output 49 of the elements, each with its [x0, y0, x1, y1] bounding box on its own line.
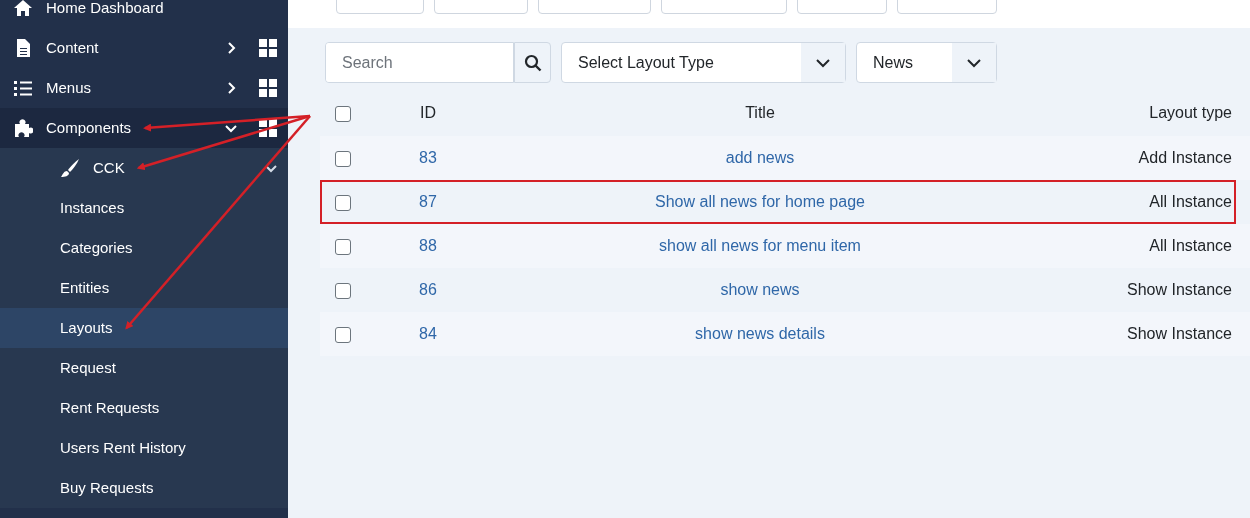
- id-link[interactable]: 87: [419, 193, 437, 210]
- sidebar-item[interactable]: Components: [0, 108, 288, 148]
- home-icon: [13, 0, 33, 18]
- list-icon: [13, 78, 33, 98]
- sidebar-item[interactable]: Menus: [0, 68, 288, 108]
- layout-type-select[interactable]: Select Layout Type: [561, 42, 846, 83]
- puzzle-icon: [13, 118, 33, 138]
- column-header: Layout type: [1149, 104, 1232, 121]
- brush-icon: [60, 158, 80, 178]
- row-checkbox[interactable]: [335, 326, 351, 343]
- column-header: ID: [420, 104, 436, 121]
- title-link[interactable]: show all news for menu item: [659, 237, 861, 254]
- dashboard-grid-icon: [259, 39, 277, 57]
- id-link[interactable]: 88: [419, 237, 437, 254]
- select-all-checkbox[interactable]: [335, 105, 351, 122]
- submenu-item[interactable]: Buy Requests: [0, 468, 288, 508]
- table-cell: All Instance: [1149, 193, 1232, 210]
- search-icon: [523, 53, 542, 72]
- table-cell: Add Instance: [1138, 149, 1232, 166]
- submenu-item[interactable]: Layouts: [0, 308, 288, 348]
- row-checkbox[interactable]: [335, 238, 351, 255]
- sidebar-item[interactable]: Content: [0, 28, 288, 68]
- table-cell: Show Instance: [1127, 325, 1232, 342]
- submenu-item[interactable]: Entities: [0, 268, 288, 308]
- id-link[interactable]: 86: [419, 281, 437, 298]
- title-link[interactable]: show news: [720, 281, 800, 298]
- table-cell: All Instance: [1149, 237, 1232, 254]
- submenu-item[interactable]: Categories: [0, 228, 288, 268]
- id-link[interactable]: 84: [419, 325, 437, 342]
- dashboard-grid-icon: [259, 119, 277, 137]
- id-link[interactable]: 83: [419, 149, 437, 166]
- table-cell: Show Instance: [1127, 281, 1232, 298]
- category-select[interactable]: News: [856, 42, 997, 83]
- submenu-item[interactable]: CCK: [0, 148, 288, 188]
- row-checkbox[interactable]: [335, 282, 351, 299]
- search-field[interactable]: Search: [325, 42, 514, 83]
- title-link[interactable]: Show all news for home page: [655, 193, 865, 210]
- submenu-item[interactable]: Rent Requests: [0, 388, 288, 428]
- dashboard-grid-icon: [259, 79, 277, 97]
- row-checkbox[interactable]: [335, 150, 351, 167]
- row-checkbox[interactable]: [335, 194, 351, 211]
- title-link[interactable]: add news: [725, 149, 795, 166]
- submenu-item[interactable]: Request: [0, 348, 288, 388]
- title-link[interactable]: show news details: [695, 325, 825, 342]
- submenu-item[interactable]: Instances: [0, 188, 288, 228]
- sidebar-item[interactable]: Home Dashboard: [0, 0, 288, 28]
- column-header: Title: [745, 104, 775, 121]
- search-button[interactable]: [514, 42, 551, 83]
- submenu-item[interactable]: Users Rent History: [0, 428, 288, 468]
